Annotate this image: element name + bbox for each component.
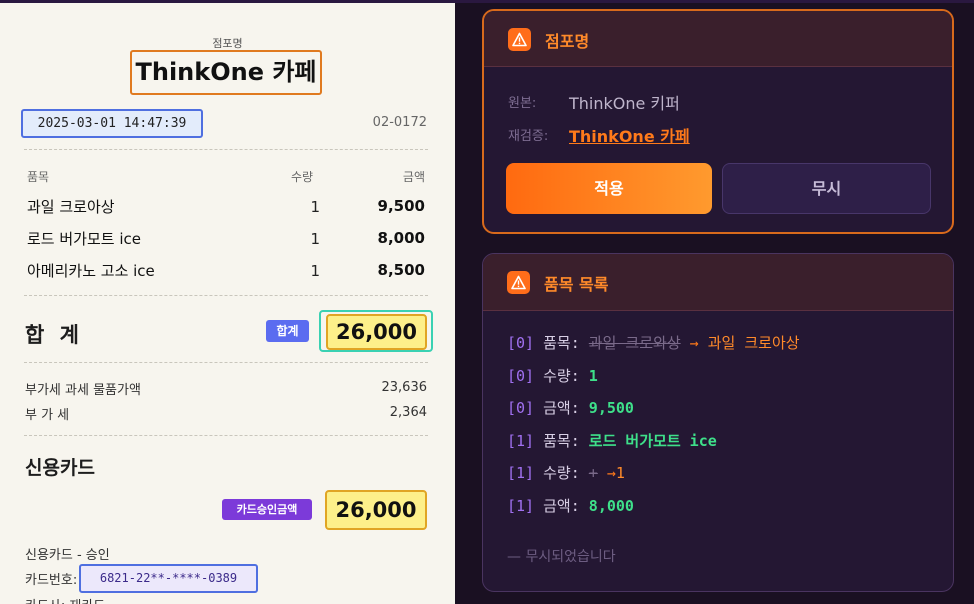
diff-line: [1] 수량: + →1 (507, 462, 625, 483)
apply-button[interactable]: 적용 (506, 163, 712, 214)
panel-title: 점포명 (545, 32, 590, 51)
divider (24, 362, 428, 363)
recheck-label: 재검증: (508, 129, 549, 144)
item-list-review-panel: 품목 목록 [0] 품목: 과일 크로와상 → 과일 크로아상 [0] 수량: … (482, 253, 954, 592)
total-field-badge: 합계 (266, 320, 309, 342)
ignored-status: — 무시되었습니다 (507, 549, 616, 565)
old-value: 과일 크로와상 (588, 334, 681, 352)
divider (24, 435, 428, 436)
vat-value: 2,364 (389, 405, 427, 420)
line-index: [0] (507, 399, 535, 417)
diff-line: [0] 수량: 1 (507, 365, 598, 386)
card-amount-highlight[interactable]: 26,000 (325, 490, 427, 530)
total-amount-highlight[interactable]: 26,000 (326, 314, 427, 350)
item-name: 아메리카노 고소 ice (27, 262, 155, 280)
original-label: 원본: (508, 96, 537, 111)
card-amount-badge: 카드승인금액 (222, 499, 312, 520)
line-key: 품목: (543, 334, 580, 352)
line-key: 수량: (543, 464, 580, 482)
divider (24, 149, 428, 150)
receipt-image: 점포명 ThinkOne 카페 2025-03-01 14:47:39 02-0… (0, 3, 455, 604)
store-name-highlight[interactable]: ThinkOne 카페 (130, 50, 322, 95)
vat-label: 부 가 세 (25, 408, 70, 423)
line-index: [1] (507, 432, 535, 450)
item-qty: 1 (310, 230, 320, 248)
item-qty: 1 (310, 262, 320, 280)
column-amount-header: 금액 (402, 170, 425, 184)
line-key: 금액: (543, 399, 580, 417)
warning-icon (508, 28, 531, 51)
diff-line: [0] 품목: 과일 크로와상 → 과일 크로아상 (507, 332, 800, 353)
line-value: 1 (588, 367, 598, 385)
line-key: 수량: (543, 367, 580, 385)
vat-base-value: 23,636 (381, 380, 428, 395)
arrow-icon: → (606, 464, 616, 482)
item-amount: 8,500 (377, 261, 425, 279)
diff-line: [1] 금액: 8,000 (507, 495, 634, 516)
old-value: + (588, 464, 598, 482)
card-section-title: 신용카드 (25, 457, 95, 479)
column-item-header: 품목 (27, 170, 50, 184)
line-index: [0] (507, 367, 535, 385)
line-index: [0] (507, 334, 535, 352)
total-label: 합 계 (25, 323, 83, 347)
column-qty-header: 수량 (291, 170, 314, 184)
vat-base-label: 부가세 과세 물품가액 (25, 383, 141, 398)
new-value: 1 (615, 464, 625, 482)
receipt-code: 02-0172 (372, 115, 427, 130)
card-number-label: 카드번호: (25, 573, 78, 588)
panel-header: 점포명 (484, 11, 952, 67)
item-amount: 8,000 (377, 229, 425, 247)
item-qty: 1 (310, 198, 320, 216)
line-value: 9,500 (588, 399, 634, 417)
item-amount: 9,500 (377, 197, 425, 215)
item-name: 과일 크로아상 (27, 198, 115, 216)
diff-line: [0] 금액: 9,500 (507, 397, 634, 418)
ignore-button[interactable]: 무시 (722, 163, 931, 214)
line-index: [1] (507, 464, 535, 482)
divider (24, 295, 428, 296)
card-issuer-partial: 카드사: 재카드 (25, 595, 105, 604)
line-value: 8,000 (588, 497, 634, 515)
card-number-highlight[interactable]: 6821-22**-****-0389 (79, 564, 258, 593)
original-value: ThinkOne 키퍼 (569, 94, 680, 113)
arrow-icon: → (689, 334, 699, 352)
item-name: 로드 버가모트 ice (27, 230, 141, 248)
datetime-highlight[interactable]: 2025-03-01 14:47:39 (21, 109, 203, 138)
diff-line: [1] 품목: 로드 버가모트 ice (507, 430, 717, 451)
line-value: 로드 버가모트 ice (588, 432, 717, 450)
panel-title: 품목 목록 (544, 275, 609, 294)
line-index: [1] (507, 497, 535, 515)
card-status: 신용카드 - 승인 (25, 548, 110, 563)
new-value: 과일 크로아상 (707, 334, 800, 352)
recheck-value: ThinkOne 카페 (569, 127, 690, 146)
store-name-review-panel: 점포명 원본: ThinkOne 키퍼 재검증: ThinkOne 카페 적용 … (482, 9, 954, 234)
panel-header: 품목 목록 (483, 254, 953, 311)
warning-icon (507, 271, 530, 294)
line-key: 금액: (543, 497, 580, 515)
line-key: 품목: (543, 432, 580, 450)
store-label: 점포명 (212, 37, 243, 50)
